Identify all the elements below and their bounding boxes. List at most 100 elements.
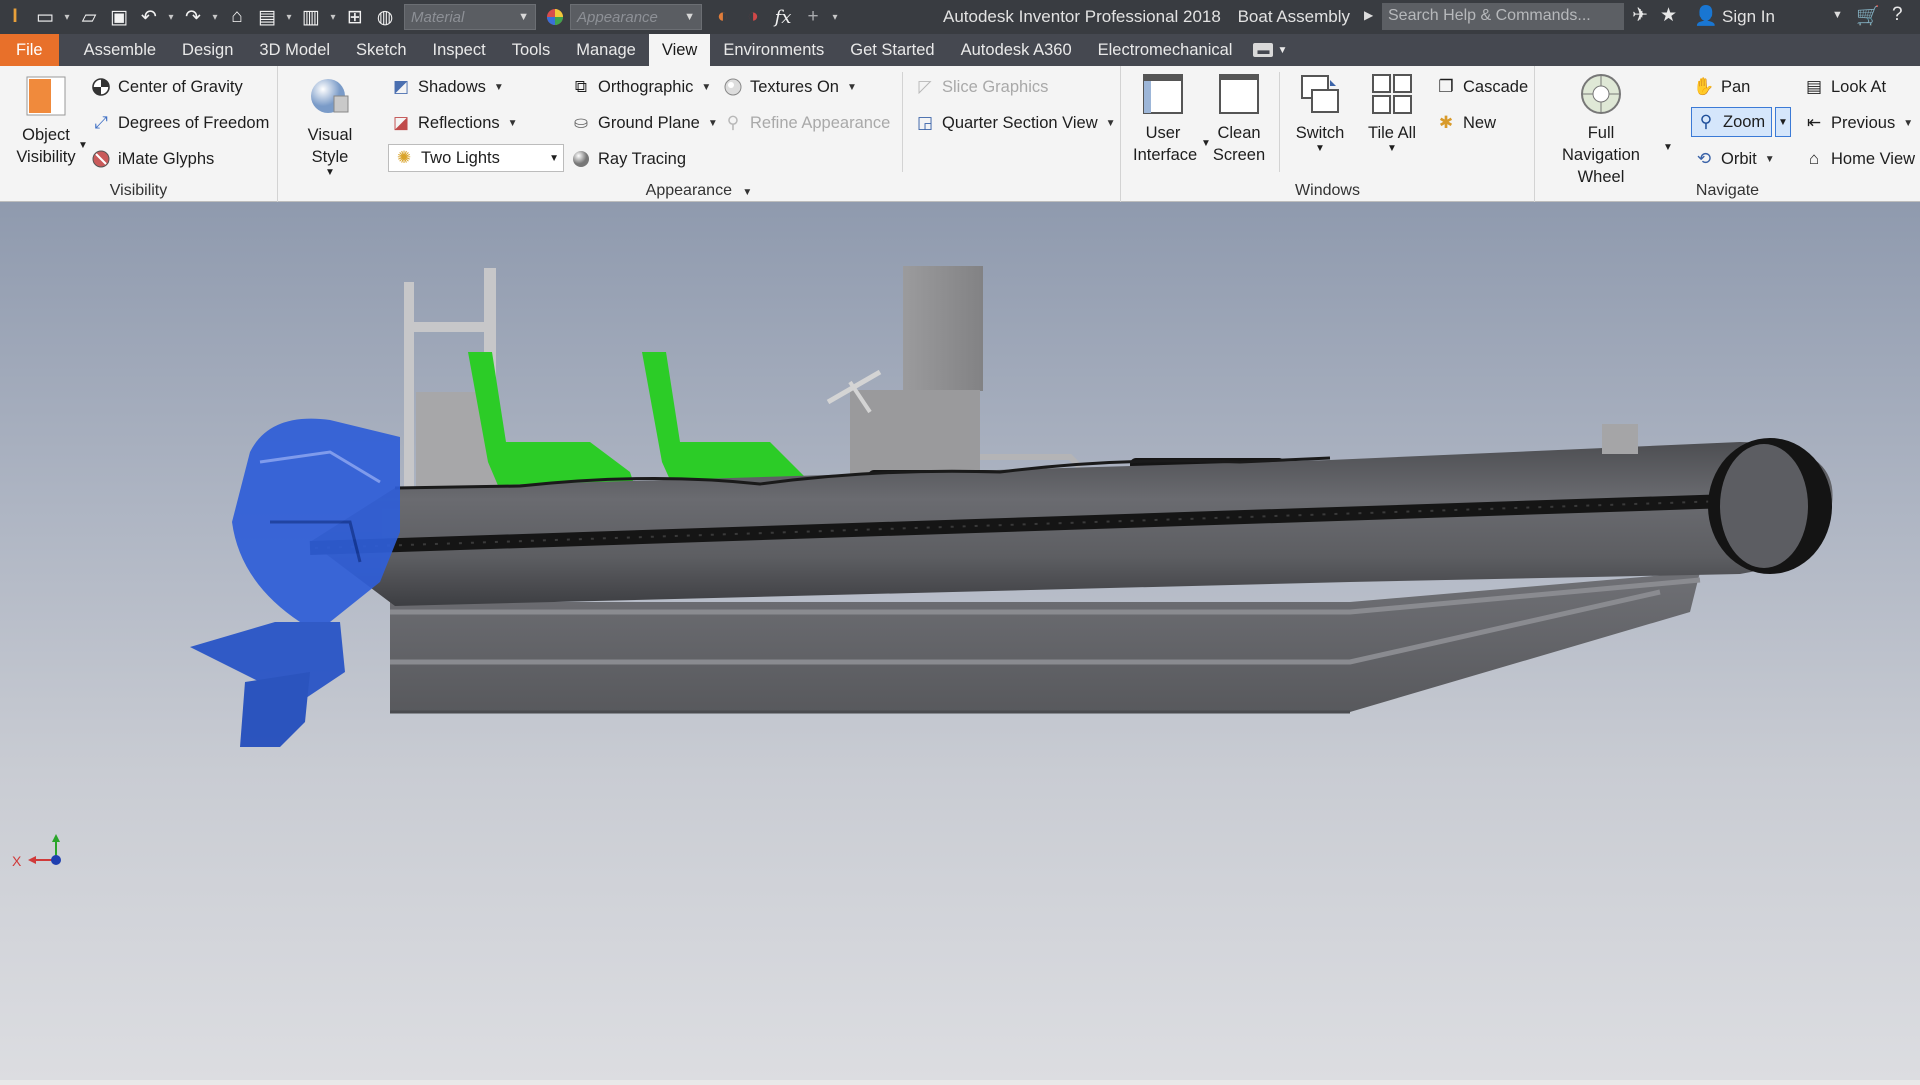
boat-model[interactable]: X <box>0 202 1920 1080</box>
parameters-fx-icon[interactable]: fx <box>768 2 798 32</box>
tab-assemble[interactable]: Assemble <box>71 34 169 66</box>
shadows-button[interactable]: ◩ Shadows ▼ <box>390 76 504 98</box>
print-icon[interactable]: ▤ <box>252 2 282 32</box>
sign-in-dropdown-icon[interactable]: ▼ <box>1832 9 1843 21</box>
zoom-button[interactable]: ⚲ Zoom <box>1691 107 1773 137</box>
tab-sketch[interactable]: Sketch <box>343 34 419 66</box>
inventor-app-icon[interactable]: I <box>0 2 30 32</box>
full-navigation-wheel-button[interactable]: Full Navigation Wheel <box>1547 72 1655 188</box>
slice-graphics-button[interactable]: ◸ Slice Graphics <box>914 76 1048 98</box>
degrees-of-freedom-icon: ⤢ <box>94 113 108 132</box>
search-input[interactable]: Search Help & Commands... <box>1382 3 1624 30</box>
plus-icon[interactable]: + <box>798 2 828 32</box>
console <box>826 266 1083 490</box>
appearance-sphere-icon[interactable] <box>540 2 570 32</box>
center-of-gravity-button[interactable]: Center of Gravity <box>90 76 243 98</box>
properties-dropdown-icon[interactable]: ▾ <box>326 2 340 32</box>
tab-design[interactable]: Design <box>169 34 246 66</box>
clear-appearance-icon[interactable]: ◑ <box>738 2 768 32</box>
reflections-icon: ◪ <box>392 113 410 132</box>
new-file-icon[interactable]: ▭ <box>30 2 60 32</box>
tab-tools[interactable]: Tools <box>499 34 564 66</box>
appearance-dropdown[interactable]: Appearance ▼ <box>570 4 702 30</box>
imate-glyphs-button[interactable]: iMate Glyphs <box>90 148 214 170</box>
tab-file[interactable]: File <box>0 34 59 66</box>
axis-x-label: X <box>12 853 22 869</box>
tile-all-dropdown-icon: ▼ <box>1387 143 1397 154</box>
redo-dropdown-icon[interactable]: ▾ <box>208 2 222 32</box>
tab-environments[interactable]: Environments <box>710 34 837 66</box>
tile-all-button[interactable]: Tile All ▼ <box>1361 72 1423 154</box>
chevron-down-icon: ▼ <box>1764 153 1775 165</box>
textures-on-button[interactable]: Textures On ▼ <box>722 76 857 98</box>
favorites-star-icon[interactable]: ★ <box>1660 4 1677 27</box>
cascade-button[interactable]: ❐ Cascade <box>1435 76 1528 98</box>
shadows-icon: ◩ <box>392 77 410 96</box>
ribbon-display-toggle[interactable]: ▬ ▼ <box>1245 34 1295 66</box>
new-dropdown-icon[interactable]: ▾ <box>60 2 74 32</box>
tab-view[interactable]: View <box>648 34 711 66</box>
quarter-section-view-label: Quarter Section View <box>942 113 1098 132</box>
tab-3d-model[interactable]: 3D Model <box>246 34 343 66</box>
visibility-panel-title: Visibility <box>109 182 168 199</box>
chevron-down-icon: ▼ <box>707 117 718 129</box>
windows-panel-title: Windows <box>1295 182 1360 199</box>
expand-arrow-icon[interactable]: ▶ <box>1364 8 1373 22</box>
tab-autodesk-a360[interactable]: Autodesk A360 <box>948 34 1085 66</box>
print-dropdown-icon[interactable]: ▾ <box>282 2 296 32</box>
previous-view-button[interactable]: ⇤ Previous ▼ <box>1803 112 1913 134</box>
ray-tracing-button[interactable]: Ray Tracing <box>570 148 686 170</box>
orbit-button[interactable]: ⟲ Orbit ▼ <box>1693 148 1775 170</box>
degrees-of-freedom-button[interactable]: ⤢ Degrees of Freedom <box>90 112 269 134</box>
quarter-section-view-button[interactable]: ◲ Quarter Section View ▼ <box>914 112 1116 134</box>
communication-icon[interactable]: ✈ <box>1632 4 1648 27</box>
redo-icon[interactable]: ↷ <box>178 2 208 32</box>
new-window-button[interactable]: ✱ New <box>1435 112 1496 134</box>
orthographic-button[interactable]: ⧉ Orthographic ▼ <box>570 76 711 98</box>
tab-electromechanical[interactable]: Electromechanical <box>1085 34 1246 66</box>
cart-icon[interactable]: 🛒 <box>1856 4 1880 28</box>
customize-dropdown-icon[interactable]: ▾ <box>828 2 842 32</box>
navigation-wheel-dropdown-icon[interactable]: ▼ <box>1663 142 1673 153</box>
help-icon[interactable]: ? <box>1892 4 1903 26</box>
save-icon[interactable]: ▣ <box>104 2 134 32</box>
home-view-button[interactable]: ⌂ Home View <box>1803 148 1915 170</box>
open-folder-icon[interactable]: ▱ <box>74 2 104 32</box>
update-globe-icon[interactable]: ◍ <box>370 2 400 32</box>
ray-tracing-label: Ray Tracing <box>598 149 687 168</box>
cascade-icon: ❐ <box>1438 77 1454 96</box>
appearance-panel-title[interactable]: Appearance ▼ <box>278 182 1120 200</box>
axis-triad <box>28 834 61 865</box>
visual-style-button[interactable]: Visual Style ▼ <box>288 74 372 178</box>
switch-button[interactable]: Switch ▼ <box>1287 72 1353 154</box>
look-at-button[interactable]: ▤ Look At <box>1803 76 1886 98</box>
visual-style-label: Visual Style <box>307 126 353 166</box>
adjust-appearance-icon[interactable]: ◐ <box>708 2 738 32</box>
user-interface-button[interactable]: User Interface <box>1133 72 1197 166</box>
undo-icon[interactable]: ↶ <box>134 2 164 32</box>
lighting-style-select[interactable]: ✺ Two Lights ▼ <box>388 144 564 172</box>
pan-button[interactable]: ✋ Pan <box>1693 76 1750 98</box>
home-icon[interactable]: ⌂ <box>222 2 252 32</box>
separator <box>902 72 903 172</box>
user-interface-dropdown-icon[interactable]: ▼ <box>1201 138 1211 149</box>
tab-manage[interactable]: Manage <box>563 34 649 66</box>
tab-get-started[interactable]: Get Started <box>837 34 947 66</box>
material-dropdown[interactable]: Material ▼ <box>404 4 536 30</box>
sign-in-link[interactable]: Sign In <box>1722 7 1775 27</box>
properties-icon[interactable]: ▥ <box>296 2 326 32</box>
user-icon[interactable]: 👤 <box>1694 4 1718 28</box>
object-visibility-dropdown-icon[interactable]: ▼ <box>78 140 88 151</box>
graphics-viewport[interactable]: X <box>0 202 1920 1080</box>
reflections-button[interactable]: ◪ Reflections ▼ <box>390 112 518 134</box>
slice-graphics-icon: ◸ <box>918 77 932 96</box>
undo-dropdown-icon[interactable]: ▾ <box>164 2 178 32</box>
object-visibility-button[interactable]: Object Visibility <box>10 74 82 168</box>
select-icon[interactable]: ⊞ <box>340 2 370 32</box>
refine-appearance-button[interactable]: ⚲ Refine Appearance <box>722 112 891 134</box>
clean-screen-button[interactable]: Clean Screen <box>1211 72 1267 166</box>
tab-inspect[interactable]: Inspect <box>420 34 499 66</box>
zoom-dropdown-button[interactable]: ▼ <box>1775 107 1791 137</box>
ground-plane-button[interactable]: ⛀ Ground Plane ▼ <box>570 112 718 134</box>
pan-hand-icon: ✋ <box>1693 77 1715 96</box>
